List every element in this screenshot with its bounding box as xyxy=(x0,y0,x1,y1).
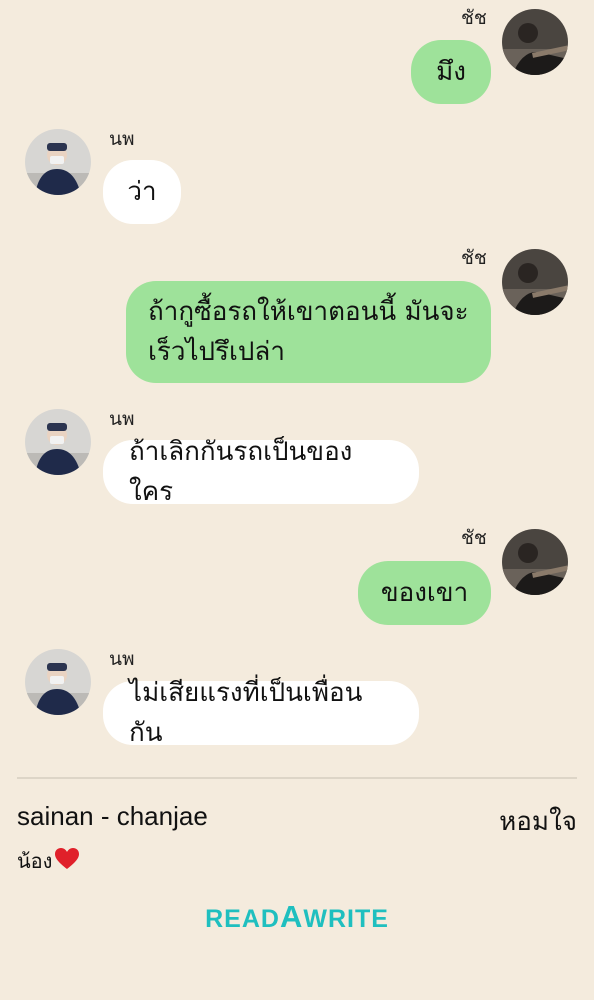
message-bubble[interactable]: มึง xyxy=(411,40,491,104)
sender-name: ชัช xyxy=(461,527,487,549)
sender-name: นพ xyxy=(109,128,135,150)
heart-icon xyxy=(54,847,80,876)
readawrite-logo[interactable]: READAWRITE xyxy=(0,899,594,935)
sender-name: นพ xyxy=(109,648,135,670)
avatar-friend[interactable] xyxy=(25,129,91,195)
story-note: น้อง xyxy=(17,845,80,877)
story-title: sainan - chanjae xyxy=(17,801,208,831)
sender-name: ชัช xyxy=(461,7,487,29)
sender-name: นพ xyxy=(109,408,135,430)
message-text-line: เร็วไปรึเปล่า xyxy=(148,337,285,367)
logo-part: WRITE xyxy=(303,905,389,933)
logo-part: READ xyxy=(205,905,280,933)
message-bubble[interactable]: ถ้ากูซื้อรถให้เขาตอนนี้ มันจะ เร็วไปรึเป… xyxy=(126,281,491,383)
avatar-chat-sender[interactable] xyxy=(502,529,568,595)
sender-name: ชัช xyxy=(461,247,487,269)
message-bubble[interactable]: ไม่เสียแรงที่เป็นเพื่อนกัน xyxy=(103,678,419,748)
message-bubble[interactable]: ของเขา xyxy=(358,561,491,625)
divider xyxy=(17,777,577,779)
story-note-text: น้อง xyxy=(17,849,53,873)
story-label: หอมใจ xyxy=(499,807,577,837)
message-text: ไม่เสียแรงที่เป็นเพื่อนกัน xyxy=(129,678,363,748)
message-text: ถ้าเลิกกันรถเป็นของใคร xyxy=(129,437,353,507)
message-text: ว่า xyxy=(127,177,157,207)
message-text: มึง xyxy=(436,57,466,87)
message-bubble[interactable]: ว่า xyxy=(103,160,181,224)
message-bubble[interactable]: ถ้าเลิกกันรถเป็นของใคร xyxy=(103,437,419,507)
logo-part: A xyxy=(279,899,304,934)
avatar-friend[interactable] xyxy=(25,409,91,475)
message-text-line: ถ้ากูซื้อรถให้เขาตอนนี้ มันจะ xyxy=(148,297,469,327)
avatar-friend[interactable] xyxy=(25,649,91,715)
message-text: ของเขา xyxy=(380,578,469,608)
avatar-chat-sender[interactable] xyxy=(502,9,568,75)
avatar-chat-sender[interactable] xyxy=(502,249,568,315)
